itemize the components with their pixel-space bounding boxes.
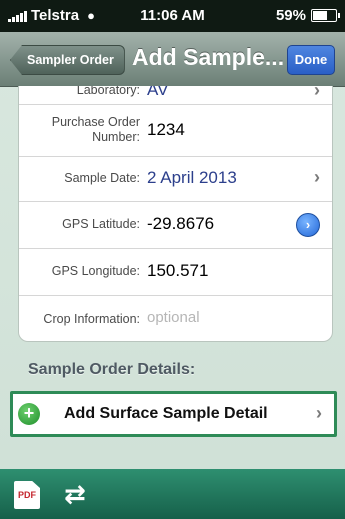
crop-information-input[interactable]: optional — [147, 309, 200, 326]
chevron-right-icon: › — [314, 86, 320, 100]
gps-latitude-label: GPS Latitude: — [62, 217, 140, 231]
gps-latitude-row[interactable]: GPS Latitude: -29.8676 › — [19, 202, 332, 249]
navigation-bar: Sampler Order Add Sample... Done — [0, 32, 345, 87]
laboratory-label: Laboratory: — [76, 86, 140, 97]
sample-date-label: Sample Date: — [64, 171, 140, 185]
sample-date-row[interactable]: Sample Date: 2 April 2013 › — [19, 157, 332, 202]
laboratory-value: AV — [147, 86, 169, 99]
gps-detail-icon[interactable]: › — [296, 213, 320, 237]
page-title: Add Sample... — [132, 44, 285, 70]
add-surface-sample-row[interactable]: + Add Surface Sample Detail › — [10, 391, 337, 437]
gps-longitude-row[interactable]: GPS Longitude: 150.571 — [19, 249, 332, 296]
battery-percent: 59% — [275, 7, 306, 24]
sample-order-details-header: Sample Order Details: — [28, 361, 196, 378]
chevron-right-icon: › — [314, 167, 320, 187]
purchase-order-row[interactable]: Purchase Order Number: 1234 — [19, 104, 332, 157]
order-form-group: Laboratory: AV › Purchase Order Number: … — [18, 86, 333, 342]
purchase-order-value: 1234 — [147, 120, 185, 139]
bottom-toolbar: PDF ⇄ — [0, 469, 345, 519]
back-button[interactable]: Sampler Order — [10, 45, 125, 75]
add-surface-sample-label: Add Surface Sample Detail — [64, 405, 268, 422]
chevron-right-icon: › — [316, 403, 322, 423]
laboratory-row[interactable]: Laboratory: AV › — [19, 86, 332, 105]
crop-information-label: Crop Information: — [43, 312, 140, 326]
gps-longitude-label: GPS Longitude: — [51, 264, 140, 278]
done-button[interactable]: Done — [287, 45, 335, 75]
battery-icon — [311, 9, 340, 22]
battery-group: 59% — [275, 7, 340, 24]
sync-icon[interactable]: ⇄ — [64, 479, 86, 510]
add-icon: + — [18, 403, 40, 425]
sample-date-value: 2 April 2013 — [147, 168, 237, 187]
purchase-order-label-line1: Purchase Order — [51, 115, 140, 129]
status-bar: Telstra ●︎ 11:06 AM 59% — [0, 0, 345, 32]
app-screen: Telstra ●︎ 11:06 AM 59% Sampler Order Ad… — [0, 0, 345, 519]
gps-longitude-value: 150.571 — [147, 261, 209, 280]
crop-information-row[interactable]: Crop Information: optional — [19, 296, 332, 341]
purchase-order-label-line2: Number: — [92, 130, 140, 144]
purchase-order-label: Purchase Order Number: — [52, 115, 140, 145]
gps-latitude-value: -29.8676 — [147, 214, 215, 233]
pdf-icon[interactable]: PDF — [14, 481, 40, 509]
